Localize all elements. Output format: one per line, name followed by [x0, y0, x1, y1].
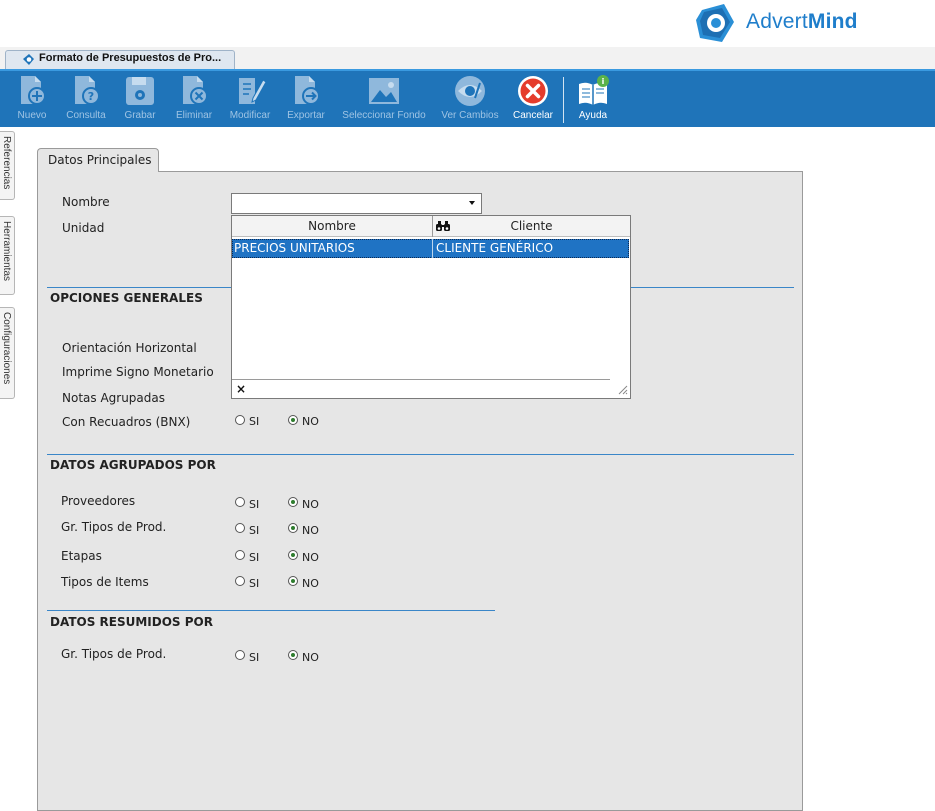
modify-button[interactable]: Modificar	[226, 74, 274, 124]
option-label: Gr. Tipos de Prod.	[61, 520, 167, 534]
side-tab-label: Configuraciones	[1, 312, 12, 385]
gr-tipos-prod-si-radio[interactable]	[235, 523, 245, 533]
side-tab-label: Referencias	[1, 136, 12, 190]
radio-no-label: NO	[302, 524, 319, 537]
proveedores-no-radio[interactable]	[288, 497, 298, 507]
export-button[interactable]: Exportar	[283, 74, 329, 124]
side-tab-referencias[interactable]: Referencias	[0, 131, 15, 200]
radio-no-label: NO	[302, 577, 319, 590]
option-label: Con Recuadros (BNX)	[62, 415, 191, 429]
radio-no-label: NO	[302, 651, 319, 664]
view-changes-button-label: Ver Cambios	[441, 110, 499, 121]
select-background-button[interactable]: Seleccionar Fondo	[338, 74, 430, 124]
delete-button[interactable]: Eliminar	[172, 74, 216, 124]
radio-si-label: SI	[249, 524, 260, 537]
save-disk-icon	[126, 77, 154, 105]
brand-name: AdvertMind	[746, 10, 858, 33]
new-document-icon	[21, 76, 46, 105]
new-button-label: Nuevo	[17, 110, 47, 121]
radio-si-label: SI	[249, 551, 260, 564]
select-background-button-label: Seleccionar Fondo	[342, 110, 426, 121]
cancel-button[interactable]: Cancelar	[510, 74, 556, 124]
section-datos-agrupados-title: DATOS AGRUPADOS POR	[50, 458, 216, 472]
etapas-si-radio[interactable]	[235, 550, 245, 560]
dropdown-footer-divider	[232, 379, 610, 380]
section-divider	[47, 454, 794, 455]
section-opciones-generales-title: OPCIONES GENERALES	[50, 291, 203, 305]
option-label: Tipos de Items	[61, 575, 149, 589]
radio-si-label: SI	[249, 415, 260, 428]
delete-button-label: Eliminar	[175, 110, 213, 121]
svg-text:i: i	[602, 77, 605, 86]
option-label: Notas Agrupadas	[62, 391, 166, 405]
radio-no-label: NO	[302, 415, 319, 428]
window-tab-icon	[23, 54, 34, 65]
option-label: Orientación Horizontal	[62, 341, 197, 355]
dropdown-cell-cliente: CLIENTE GENÉRICO	[436, 241, 554, 255]
proveedores-si-radio[interactable]	[235, 497, 245, 507]
radio-si-label: SI	[249, 651, 260, 664]
toolbar-separator	[563, 77, 564, 123]
tipos-items-si-radio[interactable]	[235, 576, 245, 586]
option-label: Gr. Tipos de Prod.	[61, 647, 167, 661]
query-document-icon: ?	[75, 76, 100, 105]
close-icon[interactable]: ×	[236, 382, 246, 396]
window-tab-label: Formato de Presupuestos de Pro...	[39, 52, 222, 64]
new-button[interactable]: Nuevo	[12, 74, 52, 124]
help-button-label: Ayuda	[578, 110, 608, 121]
nombre-label: Nombre	[62, 195, 110, 209]
chevron-down-icon[interactable]	[469, 201, 475, 205]
side-tab-configuraciones[interactable]: Configuraciones	[0, 307, 15, 399]
save-button[interactable]: Grabar	[120, 74, 160, 124]
delete-document-icon	[183, 76, 208, 105]
advertmind-logo-icon	[696, 4, 734, 42]
query-button-label: Consulta	[66, 110, 106, 121]
help-book-icon: i	[579, 75, 609, 105]
help-button[interactable]: i Ayuda	[573, 74, 613, 124]
radio-si-label: SI	[249, 498, 260, 511]
cancel-button-label: Cancelar	[512, 110, 554, 121]
tab-datos-principales-label: Datos Principales	[48, 153, 152, 167]
nombre-combobox[interactable]	[231, 193, 482, 214]
dropdown-cell-nombre: PRECIOS UNITARIOS	[234, 241, 355, 255]
side-tab-herramientas[interactable]: Herramientas	[0, 216, 15, 295]
modify-button-label: Modificar	[229, 110, 271, 121]
option-label: Proveedores	[61, 494, 136, 508]
section-divider	[47, 610, 495, 611]
image-icon	[369, 78, 399, 104]
resize-grip-icon[interactable]	[616, 383, 628, 395]
radio-si-label: SI	[249, 577, 260, 590]
side-tab-label: Herramientas	[1, 221, 12, 282]
query-button[interactable]: ? Consulta	[62, 74, 110, 124]
column-separator	[432, 239, 433, 258]
con-recuadros-no-radio[interactable]	[288, 415, 298, 425]
radio-no-label: NO	[302, 551, 319, 564]
column-header-nombre[interactable]: Nombre	[232, 219, 432, 233]
view-changes-icon	[455, 76, 485, 106]
cancel-icon	[518, 76, 548, 106]
option-label: Etapas	[61, 549, 102, 563]
save-button-label: Grabar	[124, 110, 156, 121]
tipos-items-no-radio[interactable]	[288, 576, 298, 586]
option-label: Imprime Signo Monetario	[62, 365, 214, 379]
export-document-icon	[295, 76, 320, 105]
resumido-gr-tipos-prod-no-radio[interactable]	[288, 650, 298, 660]
column-header-cliente[interactable]: Cliente	[433, 219, 630, 233]
etapas-no-radio[interactable]	[288, 550, 298, 560]
edit-document-icon	[239, 78, 267, 104]
con-recuadros-si-radio[interactable]	[235, 415, 245, 425]
export-button-label: Exportar	[287, 110, 325, 121]
svg-text:?: ?	[88, 90, 94, 103]
section-datos-resumidos-title: DATOS RESUMIDOS POR	[50, 615, 213, 629]
unidad-label: Unidad	[62, 221, 105, 235]
radio-no-label: NO	[302, 498, 319, 511]
view-changes-button[interactable]: Ver Cambios	[438, 74, 502, 124]
gr-tipos-prod-no-radio[interactable]	[288, 523, 298, 533]
resumido-gr-tipos-prod-si-radio[interactable]	[235, 650, 245, 660]
